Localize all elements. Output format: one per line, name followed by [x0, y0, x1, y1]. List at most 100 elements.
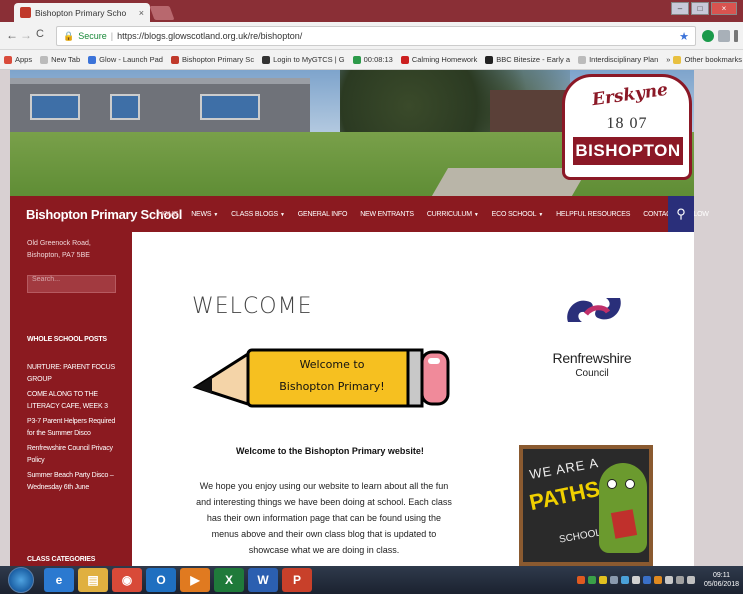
renfrewshire-mark-icon	[567, 298, 621, 322]
url-text: https://blogs.glowscotland.org.uk/re/bis…	[117, 31, 303, 41]
menu-icon[interactable]	[734, 30, 738, 42]
other-bookmarks[interactable]: » Other bookmarks	[666, 55, 742, 64]
lock-icon: 🔒	[63, 30, 75, 41]
page-icon	[578, 55, 587, 64]
nav-item-eco-school[interactable]: ECO SCHOOL ▼	[492, 211, 544, 218]
taskbar-app-icon[interactable]: O	[146, 568, 176, 592]
school-address: Old Greenock Road, Bishopton, PA7 5BE	[27, 240, 91, 259]
extension-icon[interactable]	[702, 30, 714, 42]
windows-taskbar: e ▤ ◉ O ▶ X W P 09:11 05/06/2018	[0, 566, 743, 594]
pencil-text-line2: Bishopton Primary!	[279, 380, 385, 393]
minimize-button[interactable]: –	[671, 2, 689, 15]
folder-icon	[673, 55, 682, 64]
taskbar-app-icon[interactable]: e	[44, 568, 74, 592]
youtube-icon	[400, 55, 409, 64]
page-icon	[40, 55, 49, 64]
close-window-button[interactable]: ×	[711, 2, 737, 15]
post-link[interactable]: Summer Beach Party Disco – Wednesday 6th…	[27, 470, 123, 494]
tray-icon[interactable]	[631, 576, 640, 584]
post-link[interactable]: P3-7 Parent Helpers Required for the Sum…	[27, 416, 123, 440]
bookmark-apps[interactable]: Apps	[4, 55, 32, 64]
extension-icon[interactable]	[718, 30, 730, 42]
nav-item-new-entrants[interactable]: NEW ENTRANTS	[360, 211, 414, 218]
bookmark-glow[interactable]: Glow - Launch Pad	[88, 55, 163, 64]
nav-item-helpful-resources[interactable]: HELPFUL RESOURCES	[556, 211, 630, 218]
search-icon[interactable]: ⚲	[668, 196, 694, 232]
posts-heading: WHOLE SCHOOL POSTS	[27, 336, 107, 343]
page-title: WELCOME	[192, 294, 313, 319]
taskbar-app-icon[interactable]: ▶	[180, 568, 210, 592]
tab-title: Bishopton Primary Scho	[35, 7, 127, 18]
tray-icon[interactable]	[576, 576, 585, 584]
site-favicon-icon	[170, 55, 179, 64]
post-link[interactable]: COME ALONG TO THE LITERACY CAFE, WEEK 3	[27, 389, 123, 413]
paths-school-badge[interactable]: WE ARE A PATHS SCHOOL	[519, 445, 653, 566]
sidebar: Old Greenock Road, Bishopton, PA7 5BE Se…	[10, 232, 132, 566]
bbc-icon	[485, 55, 494, 64]
bookmark-bishopton[interactable]: Bishopton Primary Sc	[170, 55, 254, 64]
glow-icon	[88, 55, 97, 64]
web-page: Erskyne 18 07 BISHOPTON Bishopton Primar…	[0, 70, 743, 566]
bookmark-bbc-bitesize[interactable]: BBC Bitesize - Early a	[485, 55, 570, 64]
bookmarks-overflow[interactable]: »	[666, 55, 670, 64]
categories-heading: CLASS CATEGORIES	[27, 556, 96, 563]
timer-icon	[352, 55, 361, 64]
maximize-button[interactable]: □	[691, 2, 709, 15]
close-tab-icon[interactable]: ×	[139, 8, 144, 18]
pencil-text-line1: Welcome to	[299, 358, 365, 371]
bookmarks-bar: Apps New Tab Glow - Launch Pad Bishopton…	[0, 50, 743, 70]
bookmark-interdisciplinary[interactable]: Interdisciplinary Plan	[578, 55, 658, 64]
site-title[interactable]: Bishopton Primary School	[10, 207, 182, 222]
taskbar-app-icon[interactable]: P	[282, 568, 312, 592]
nav-item-news[interactable]: NEWS ▼	[191, 211, 218, 218]
bookmark-timer[interactable]: 00:08:13	[352, 55, 393, 64]
system-tray: 09:11 05/06/2018	[576, 571, 743, 589]
tray-icon[interactable]	[609, 576, 618, 584]
taskbar-app-icon[interactable]: X	[214, 568, 244, 592]
post-link[interactable]: NURTURE: PARENT FOCUS GROUP	[27, 362, 123, 386]
site-favicon-icon	[20, 7, 31, 18]
bookmark-calming-homework[interactable]: Calming Homework	[400, 55, 477, 64]
nav-item-curriculum[interactable]: CURRICULUM ▼	[427, 211, 479, 218]
window-controls: – □ ×	[671, 2, 737, 15]
volume-icon[interactable]	[686, 576, 695, 584]
reload-button[interactable]: C	[36, 28, 44, 40]
tray-icon[interactable]	[642, 576, 651, 584]
nav-item-home[interactable]: HOME	[158, 211, 178, 218]
browser-tab[interactable]: Bishopton Primary Scho ×	[14, 3, 150, 22]
bookmark-new-tab[interactable]: New Tab	[40, 55, 80, 64]
renfrewshire-council-logo[interactable]: Renfrewshire Council	[532, 292, 652, 392]
tray-icon[interactable]	[598, 576, 607, 584]
network-icon[interactable]	[675, 576, 684, 584]
taskbar-app-icon[interactable]: ▤	[78, 568, 108, 592]
bookmark-mygtcs[interactable]: Login to MyGTCS | G	[262, 55, 345, 64]
secure-label: Secure	[78, 31, 107, 41]
browser-title-bar: Bishopton Primary Scho × – □ ×	[0, 0, 743, 22]
school-logo: Erskyne 18 07 BISHOPTON	[562, 74, 692, 180]
intro-title: Welcome to the Bishopton Primary website…	[236, 446, 424, 456]
taskbar-app-icon[interactable]: ◉	[112, 568, 142, 592]
bookmark-star-icon[interactable]: ★	[679, 30, 689, 43]
flag-icon[interactable]	[664, 576, 673, 584]
tray-icon[interactable]	[620, 576, 629, 584]
back-button[interactable]: ←	[6, 28, 18, 42]
taskbar-clock[interactable]: 09:11 05/06/2018	[704, 571, 739, 589]
address-bar[interactable]: 🔒 Secure | https://blogs.glowscotland.or…	[56, 26, 696, 46]
chevron-down-icon: ▼	[213, 211, 219, 218]
taskbar-apps: e ▤ ◉ O ▶ X W P	[40, 568, 312, 592]
taskbar-app-icon[interactable]: W	[248, 568, 278, 592]
post-link[interactable]: Renfrewshire Council Privacy Policy	[27, 443, 123, 467]
new-tab-button[interactable]	[149, 6, 175, 20]
pencil-icon	[192, 348, 450, 408]
nav-item-class-blogs[interactable]: CLASS BLOGS ▼	[231, 211, 285, 218]
gtcs-icon	[262, 55, 271, 64]
nav-item-general-info[interactable]: GENERAL INFO	[298, 211, 348, 218]
separator: |	[110, 31, 114, 41]
start-button[interactable]	[8, 567, 34, 593]
tray-icon[interactable]	[587, 576, 596, 584]
forward-button[interactable]: →	[20, 28, 32, 42]
welcome-pencil-graphic: Welcome to Bishopton Primary!	[192, 340, 452, 414]
main-nav: Bishopton Primary School HOME NEWS ▼ CLASS …	[10, 196, 709, 232]
sidebar-search-input[interactable]: Search...	[27, 275, 116, 293]
tray-icon[interactable]	[653, 576, 662, 584]
